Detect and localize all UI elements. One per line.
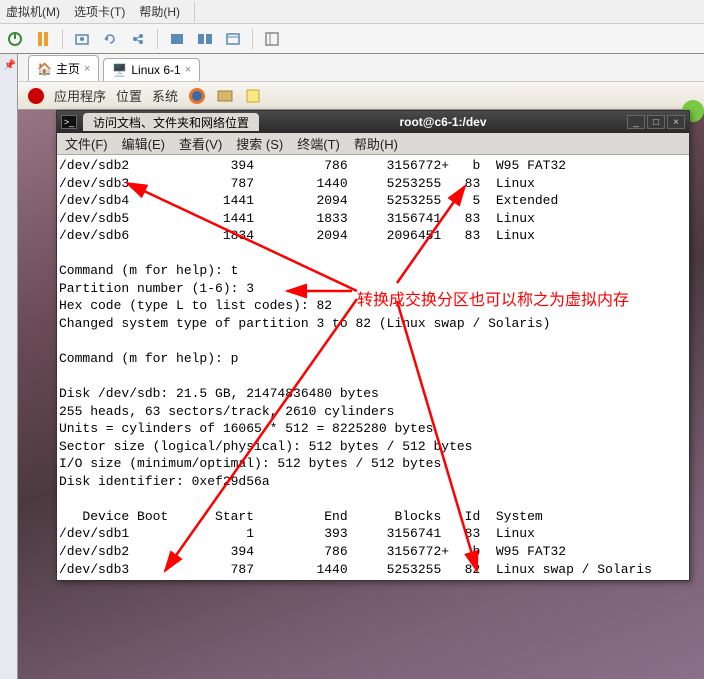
vm-tabs: 🏠 主页 × 🖥️ Linux 6-1 × xyxy=(18,54,704,82)
vm-icon: 🖥️ xyxy=(112,63,127,77)
fullscreen-button[interactable] xyxy=(168,30,186,48)
menu-help[interactable]: 帮助(H) xyxy=(354,134,398,153)
close-button[interactable]: × xyxy=(667,115,685,129)
power-button[interactable] xyxy=(6,30,24,48)
menu-terminal[interactable]: 终端(T) xyxy=(297,134,340,153)
menu-search[interactable]: 搜索 (S) xyxy=(236,134,283,153)
app-toolbar xyxy=(0,24,704,54)
mail-icon[interactable] xyxy=(216,87,234,105)
terminal-menubar: 文件(F) 编辑(E) 查看(V) 搜索 (S) 终端(T) 帮助(H) xyxy=(57,133,689,155)
menu-system[interactable]: 系统 xyxy=(152,86,178,105)
redhat-logo-icon[interactable] xyxy=(28,88,44,104)
tab-home[interactable]: 🏠 主页 × xyxy=(28,55,99,81)
close-icon[interactable]: × xyxy=(185,64,191,76)
menu-help[interactable]: 帮助(H) xyxy=(139,3,180,20)
library-button[interactable] xyxy=(263,30,281,48)
vm-desktop: 应用程序 位置 系统 >_ 访问文档、文件夹和网络位置 root@c6-1:/d… xyxy=(18,82,704,679)
tab-linux[interactable]: 🖥️ Linux 6-1 × xyxy=(103,58,200,81)
snapshot-manage-button[interactable] xyxy=(129,30,147,48)
sidebar-collapsed[interactable]: 📌 xyxy=(0,54,18,679)
menu-vm[interactable]: 虚拟机(M) xyxy=(6,3,60,20)
separator xyxy=(252,29,253,49)
menu-places[interactable]: 位置 xyxy=(116,86,142,105)
home-icon: 🏠 xyxy=(37,62,52,76)
window-title: root@c6-1:/dev xyxy=(259,115,627,129)
firefox-icon[interactable] xyxy=(188,87,206,105)
terminal-window: >_ 访问文档、文件夹和网络位置 root@c6-1:/dev _ □ × 文件… xyxy=(56,110,690,581)
menu-edit[interactable]: 编辑(E) xyxy=(122,134,165,153)
separator xyxy=(62,29,63,49)
window-buttons: _ □ × xyxy=(627,115,685,129)
separator xyxy=(194,2,195,22)
pause-button[interactable] xyxy=(34,30,52,48)
titlebar-tab: 访问文档、文件夹和网络位置 xyxy=(83,113,259,131)
menu-file[interactable]: 文件(F) xyxy=(65,134,108,153)
snapshot-button[interactable] xyxy=(73,30,91,48)
unity-button[interactable] xyxy=(196,30,214,48)
notes-icon[interactable] xyxy=(244,87,262,105)
tab-label: 主页 xyxy=(56,60,80,77)
menu-tabs[interactable]: 选项卡(T) xyxy=(74,3,125,20)
maximize-button[interactable]: □ xyxy=(647,115,665,129)
pin-icon[interactable]: 📌 xyxy=(4,60,14,70)
menu-view[interactable]: 查看(V) xyxy=(179,134,222,153)
close-icon[interactable]: × xyxy=(84,63,90,75)
minimize-button[interactable]: _ xyxy=(627,115,645,129)
console-view-button[interactable] xyxy=(224,30,242,48)
annotation-text: 转换成交换分区也可以称之为虚拟内存 xyxy=(357,286,629,310)
menu-applications[interactable]: 应用程序 xyxy=(54,86,106,105)
terminal-icon: >_ xyxy=(61,115,77,129)
snapshot-revert-button[interactable] xyxy=(101,30,119,48)
vm-workspace: 🏠 主页 × 🖥️ Linux 6-1 × 应用程序 位置 系统 >_ 访问文档… xyxy=(18,54,704,679)
terminal-output[interactable]: /dev/sdb2 394 786 3156772+ b W95 FAT32 /… xyxy=(57,155,689,580)
separator xyxy=(157,29,158,49)
app-menubar: 虚拟机(M) 选项卡(T) 帮助(H) xyxy=(0,0,704,24)
terminal-titlebar[interactable]: >_ 访问文档、文件夹和网络位置 root@c6-1:/dev _ □ × xyxy=(57,111,689,133)
gnome-panel: 应用程序 位置 系统 xyxy=(18,82,704,110)
tab-label: Linux 6-1 xyxy=(131,63,180,77)
